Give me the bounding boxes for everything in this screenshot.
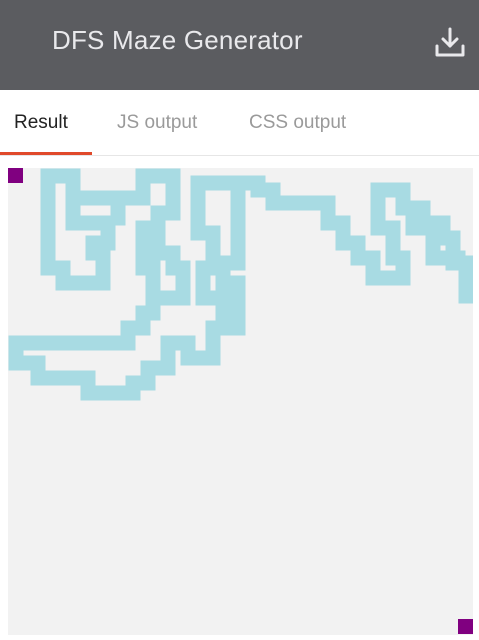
maze-corridor [110,168,191,306]
app-window: DFS Maze Generator Result JS output CSS … [0,0,479,640]
maze-paths [8,168,473,401]
tab-css-output[interactable]: CSS output [249,110,346,136]
tab-bar: Result JS output CSS output [0,90,479,156]
tab-divider [0,155,479,156]
maze-start-marker [8,168,23,183]
download-icon [435,27,465,57]
header-bar: DFS Maze Generator [0,0,479,90]
tab-js-output[interactable]: JS output [117,110,197,136]
download-button[interactable] [428,20,472,64]
maze [8,168,473,634]
maze-end-marker [458,619,473,634]
app-title: DFS Maze Generator [52,25,303,55]
maze-canvas [8,168,473,635]
tab-result[interactable]: Result [14,110,68,136]
